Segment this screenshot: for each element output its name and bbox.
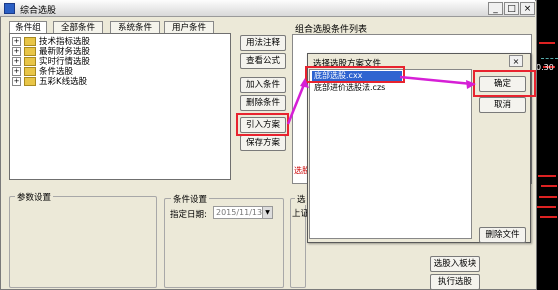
arrowhead-icon xyxy=(300,78,309,88)
arrow-import-to-file xyxy=(286,81,307,125)
arrowhead-icon xyxy=(466,80,476,89)
annotation-arrows xyxy=(286,75,476,125)
arrow-file-to-ok xyxy=(399,75,473,86)
